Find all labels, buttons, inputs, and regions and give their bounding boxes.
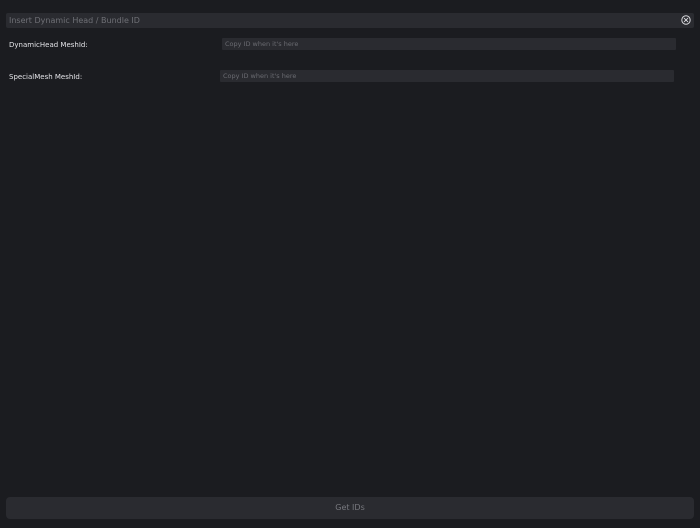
specialmesh-meshid-label: SpecialMesh MeshId: xyxy=(9,73,83,81)
dynamichead-meshid-label: DynamicHead MeshId: xyxy=(9,41,88,49)
get-ids-button[interactable]: Get IDs xyxy=(6,497,694,519)
clear-input-button[interactable] xyxy=(681,15,691,25)
dynamichead-meshid-field[interactable] xyxy=(222,38,676,50)
specialmesh-meshid-field[interactable] xyxy=(220,70,674,82)
close-circle-icon xyxy=(681,15,691,25)
bundle-id-input[interactable] xyxy=(6,13,694,28)
